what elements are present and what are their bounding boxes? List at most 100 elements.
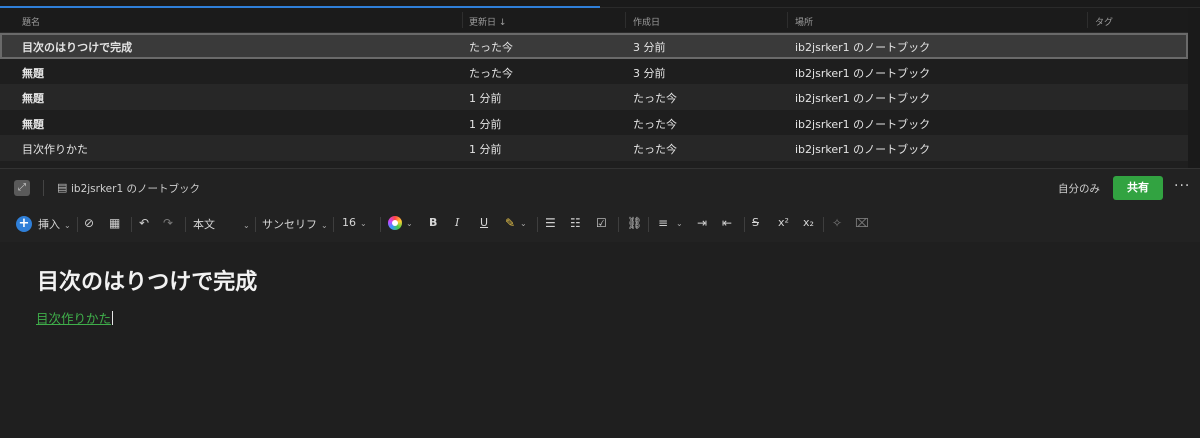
row-created: 3 分前 bbox=[633, 66, 666, 80]
text-cursor bbox=[112, 311, 114, 325]
row-updated: 1 分前 bbox=[469, 143, 502, 156]
chevron-down-icon: ⌄ bbox=[360, 219, 367, 228]
column-header-location[interactable]: 場所 bbox=[795, 15, 813, 28]
divider bbox=[77, 217, 78, 232]
bullet-list-icon[interactable]: ☰ bbox=[545, 216, 556, 230]
note-title[interactable]: 目次のはりつけで完成 bbox=[37, 264, 257, 296]
divider bbox=[131, 217, 132, 232]
chevron-down-icon: ⌄ bbox=[64, 221, 71, 230]
align-icon[interactable]: ≡ bbox=[658, 216, 668, 230]
divider bbox=[43, 180, 44, 196]
row-created: たった今 bbox=[633, 143, 677, 156]
column-header-tags[interactable]: タグ bbox=[1095, 15, 1113, 28]
calendar-icon[interactable]: ▦ bbox=[109, 216, 120, 230]
checklist-icon[interactable]: ☑ bbox=[596, 216, 607, 230]
row-location: ib2jsrker1 のノートブック bbox=[795, 66, 931, 80]
numbered-list-icon[interactable]: ☷ bbox=[570, 216, 581, 230]
divider bbox=[537, 217, 538, 232]
chevron-down-icon: ⌄ bbox=[321, 221, 328, 230]
column-divider[interactable] bbox=[462, 12, 463, 28]
font-family-select[interactable]: サンセリフ ⌄ bbox=[262, 216, 328, 232]
chevron-down-icon: ⌄ bbox=[676, 219, 683, 228]
table-row[interactable]: 無題 1 分前 たった今 ib2jsrker1 のノートブック bbox=[0, 84, 1188, 110]
indent-icon[interactable]: ⇥ bbox=[697, 216, 707, 230]
row-created: たった今 bbox=[633, 117, 677, 131]
outdent-icon[interactable]: ⇤ bbox=[722, 216, 732, 230]
align-dropdown[interactable]: ⌄ bbox=[676, 216, 683, 229]
insert-button[interactable]: 挿入 ⌄ bbox=[38, 216, 71, 232]
table-row[interactable]: 目次のはりつけで完成 たった今 3 分前 ib2jsrker1 のノートブック bbox=[0, 33, 1188, 59]
bold-button[interactable]: B bbox=[429, 216, 437, 229]
more-options-icon[interactable]: ··· bbox=[1174, 178, 1190, 194]
chevron-down-icon: ⌄ bbox=[406, 219, 413, 228]
row-location: ib2jsrker1 のノートブック bbox=[795, 143, 931, 156]
chevron-down-icon: ⌄ bbox=[243, 221, 250, 230]
formatting-toolbar: + 挿入 ⌄ ⊘ ▦ ↶ ↷ 本文 ⌄ サンセリフ ⌄ 16 ⌄ ⌄ B I U ✎ ⌄… bbox=[0, 206, 1200, 242]
chevron-down-icon: ⌄ bbox=[520, 219, 527, 228]
table-row[interactable]: 無題 たった今 3 分前 ib2jsrker1 のノートブック bbox=[0, 58, 1188, 84]
highlight-icon[interactable]: ✎ bbox=[505, 216, 515, 230]
row-updated: たった今 bbox=[469, 66, 513, 80]
undo-icon[interactable]: ↶ bbox=[139, 216, 149, 230]
notebook-breadcrumb[interactable]: ib2jsrker1 のノートブック bbox=[71, 181, 200, 196]
column-header-title[interactable]: 題名 bbox=[22, 15, 40, 28]
insert-plus-icon[interactable]: + bbox=[16, 216, 32, 232]
font-size-label: 16 bbox=[342, 216, 356, 229]
divider bbox=[185, 217, 186, 232]
text-color-dropdown[interactable]: ⌄ bbox=[406, 216, 413, 229]
row-title: 無題 bbox=[22, 92, 44, 105]
note-header: ⤢ ▤ ib2jsrker1 のノートブック 自分のみ 共有 ··· bbox=[0, 168, 1200, 206]
link-icon[interactable]: ⛓ bbox=[627, 216, 642, 230]
table-header: 題名 更新日 ↓ 作成日 場所 タグ bbox=[0, 8, 1188, 33]
share-button[interactable]: 共有 bbox=[1113, 176, 1163, 200]
note-editor[interactable]: 目次のはりつけで完成 目次作りかた bbox=[0, 242, 1200, 438]
row-location: ib2jsrker1 のノートブック bbox=[795, 117, 931, 131]
column-divider[interactable] bbox=[787, 12, 788, 28]
divider bbox=[333, 217, 334, 232]
subscript-button[interactable]: x₂ bbox=[803, 216, 814, 229]
divider bbox=[618, 217, 619, 232]
row-title: 無題 bbox=[22, 117, 44, 131]
underline-button[interactable]: U bbox=[480, 216, 488, 229]
checklist-circle-icon[interactable]: ⊘ bbox=[84, 216, 94, 230]
column-header-created[interactable]: 作成日 bbox=[633, 15, 660, 28]
magic-wand-icon[interactable]: ✧ bbox=[832, 216, 842, 230]
font-family-label: サンセリフ bbox=[262, 218, 317, 231]
clear-format-icon[interactable]: ⌧ bbox=[855, 216, 869, 230]
table-row[interactable]: 目次作りかた 1 分前 たった今 ib2jsrker1 のノートブック bbox=[0, 135, 1188, 161]
table-row[interactable]: 無題 1 分前 たった今 ib2jsrker1 のノートブック bbox=[0, 109, 1188, 135]
row-updated: 1 分前 bbox=[469, 117, 502, 131]
row-created: 3 分前 bbox=[633, 41, 666, 54]
row-title: 目次作りかた bbox=[22, 143, 88, 156]
column-divider[interactable] bbox=[1087, 12, 1088, 28]
redo-icon[interactable]: ↷ bbox=[163, 216, 173, 230]
divider bbox=[648, 217, 649, 232]
divider bbox=[380, 217, 381, 232]
text-color-icon[interactable] bbox=[388, 216, 402, 230]
row-location: ib2jsrker1 のノートブック bbox=[795, 41, 931, 54]
column-header-updated[interactable]: 更新日 ↓ bbox=[469, 15, 506, 28]
table-scrollbar[interactable] bbox=[1188, 8, 1200, 168]
row-updated: たった今 bbox=[469, 41, 513, 54]
highlight-dropdown[interactable]: ⌄ bbox=[520, 216, 527, 229]
strikethrough-icon[interactable]: S bbox=[752, 216, 759, 229]
notebook-icon: ▤ bbox=[57, 181, 68, 194]
divider bbox=[823, 217, 824, 232]
italic-button[interactable]: I bbox=[455, 216, 459, 229]
note-list-table: 題名 更新日 ↓ 作成日 場所 タグ 目次のはりつけで完成 たった今 3 分前 … bbox=[0, 8, 1188, 161]
paragraph-style-label: 本文 bbox=[193, 218, 215, 231]
row-created: たった今 bbox=[633, 92, 677, 105]
divider bbox=[744, 217, 745, 232]
insert-label: 挿入 bbox=[38, 218, 60, 231]
row-title: 目次のはりつけで完成 bbox=[22, 41, 133, 54]
expand-icon[interactable]: ⤢ bbox=[14, 180, 30, 196]
font-size-select[interactable]: 16 ⌄ bbox=[342, 216, 367, 229]
row-location: ib2jsrker1 のノートブック bbox=[795, 92, 931, 105]
note-link[interactable]: 目次作りかた bbox=[36, 308, 114, 327]
column-divider[interactable] bbox=[625, 12, 626, 28]
superscript-button[interactable]: x² bbox=[778, 216, 789, 229]
visibility-label[interactable]: 自分のみ bbox=[1058, 181, 1100, 196]
note-link-text[interactable]: 目次作りかた bbox=[36, 311, 111, 326]
row-title: 無題 bbox=[22, 66, 44, 80]
paragraph-style-select[interactable]: 本文 ⌄ bbox=[193, 216, 250, 232]
